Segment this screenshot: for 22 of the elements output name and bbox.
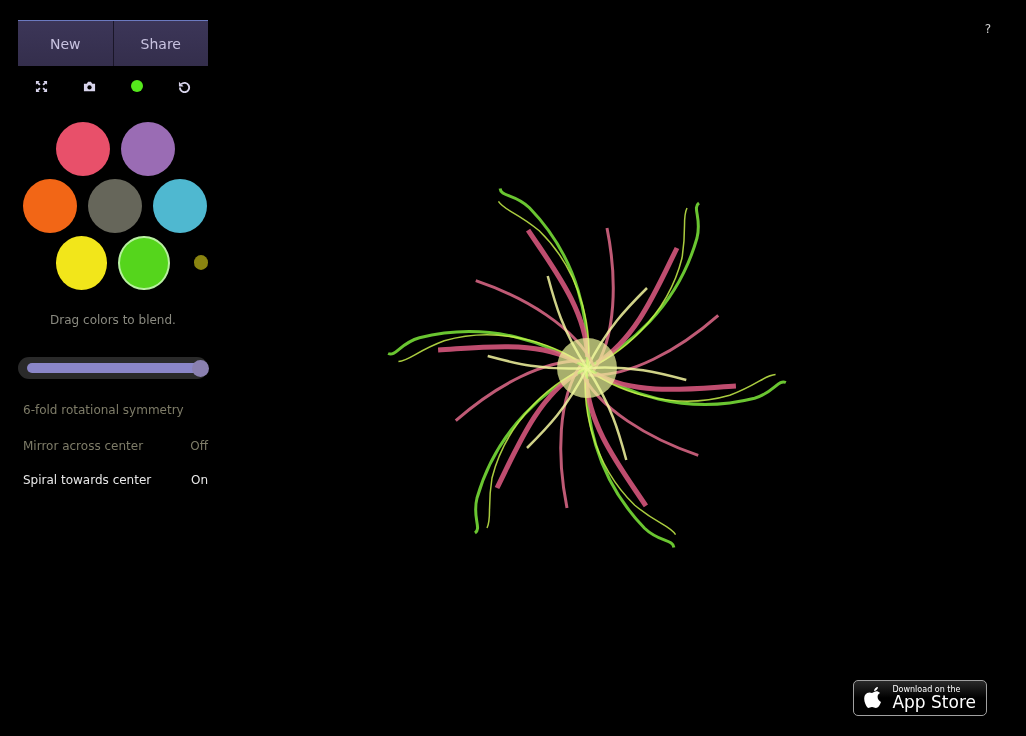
toolbar-button[interactable]: New: [18, 21, 114, 66]
color-swatch[interactable]: [153, 178, 207, 233]
color-dot-icon[interactable]: [130, 80, 143, 92]
symmetry-slider[interactable]: [18, 357, 208, 379]
hint-text: Drag colors to blend.: [49, 313, 177, 327]
fullscreen-icon[interactable]: [35, 79, 49, 93]
toolbar-button[interactable]: Share: [113, 21, 208, 66]
badge-title: App Store: [892, 694, 976, 711]
color-swatch[interactable]: [56, 121, 110, 176]
toggle-row[interactable]: Mirror across center Off: [18, 439, 208, 453]
badge-small-text: Download on the: [892, 685, 962, 694]
help-link[interactable]: ?: [984, 22, 991, 36]
color-swatch[interactable]: [56, 235, 108, 290]
slider-label: 6-fold rotational symmetry: [23, 403, 185, 417]
undo-icon[interactable]: [177, 79, 191, 93]
color-swatch[interactable]: [121, 121, 175, 176]
color-swatch[interactable]: [118, 235, 170, 290]
color-swatch[interactable]: [23, 178, 77, 233]
app-store-badge[interactable]: Download on the App Store: [853, 680, 987, 716]
camera-icon[interactable]: [82, 79, 96, 93]
color-swatch[interactable]: [88, 178, 142, 233]
toggle-row[interactable]: Spiral towards center On: [18, 473, 208, 487]
